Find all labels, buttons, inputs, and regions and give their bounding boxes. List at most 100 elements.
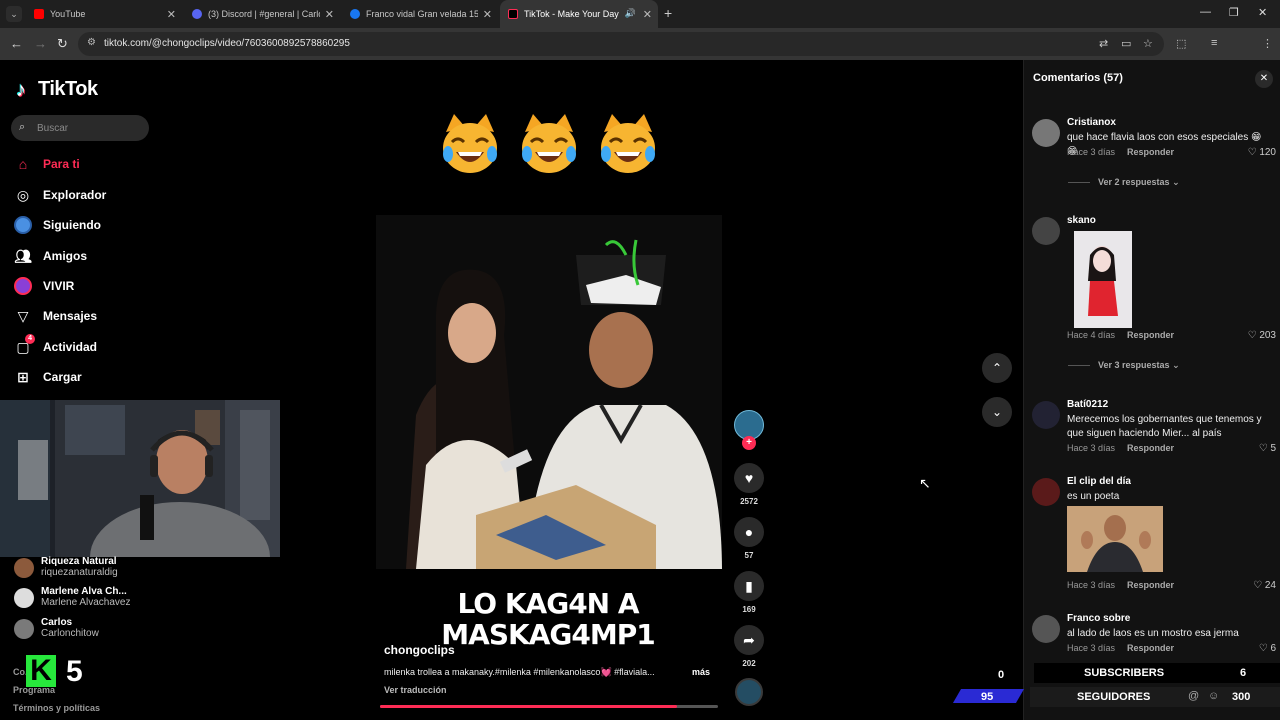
sidebar-item-amigos[interactable]: 👥︎ Amigos (14, 245, 87, 267)
minimize-icon[interactable]: — (1200, 6, 1211, 18)
bookmark-icon[interactable]: ▮ (734, 571, 764, 601)
reply-button[interactable]: Responder (1127, 580, 1174, 590)
heart-outline-icon: ♡ (1253, 580, 1263, 591)
view-replies-button[interactable]: Ver 2 respuestas ⌄ (1068, 177, 1180, 188)
avatar (14, 558, 34, 578)
reload-icon[interactable]: ↻ (57, 36, 68, 52)
video-caption-overlay: LO KAG4N A MASKAG4MP1 (441, 587, 655, 651)
inbox-icon: ▢ 4 (14, 334, 35, 356)
speaker-icon[interactable]: 🔊 (625, 8, 636, 19)
reply-button[interactable]: Responder (1127, 643, 1174, 653)
mouse-cursor-icon: ↖ (919, 475, 931, 491)
address-bar[interactable]: ⚙ tiktok.com/@chongoclips/video/76036008… (78, 32, 1164, 56)
followers-overlay: SEGUIDORES @ ☺ 300 (1030, 687, 1280, 707)
next-video-button[interactable]: ⌄ (982, 397, 1012, 427)
tab-youtube[interactable]: YouTube ✕ (26, 0, 182, 28)
comments-header: Comentarios (57) (1033, 72, 1123, 84)
tiktok-note-icon: ♪ (16, 78, 26, 101)
more-button[interactable]: más (692, 667, 710, 677)
close-comments-button[interactable]: ✕ (1255, 70, 1273, 88)
video-player[interactable] (376, 215, 722, 569)
sidebar-item-actividad[interactable]: ▢ 4 Actividad (14, 334, 97, 358)
close-tab-icon[interactable]: ✕ (483, 8, 492, 21)
comment-like-button[interactable]: ♡ 203 (1248, 330, 1276, 341)
heart-outline-icon: ♡ (1247, 147, 1257, 158)
forward-icon[interactable]: → (34, 36, 47, 51)
comment-like-button[interactable]: ♡ 24 (1253, 580, 1276, 591)
subscribers-overlay: SUBSCRIBERS 6 (1034, 663, 1280, 683)
avatar[interactable] (1032, 401, 1060, 429)
site-info-icon[interactable]: ⚙ (87, 37, 96, 48)
previous-video-button[interactable]: ⌃ (982, 353, 1012, 383)
new-tab-button[interactable]: + (664, 5, 672, 21)
following-account-2[interactable]: Marlene Alva Ch... Marlene Alvachavez (14, 586, 131, 608)
following-account-3[interactable]: Carlos Carlonchitow (14, 617, 99, 639)
kick-logo-overlay: K (26, 655, 56, 687)
sidebar-item-vivir[interactable]: VIVIR (14, 275, 74, 297)
media-icon[interactable]: ≡ (1211, 37, 1217, 49)
extensions-icon[interactable]: ⬚ (1176, 37, 1186, 50)
follow-plus-button[interactable]: + (742, 436, 756, 450)
at-icon: @ (1188, 690, 1200, 702)
comment-like-button[interactable]: ♡ 120 (1248, 147, 1276, 158)
translate-icon[interactable]: ⇄ (1099, 37, 1108, 50)
video-progress-fill (380, 705, 678, 708)
browser-tab-bar: ⌄ YouTube ✕ (3) Discord | #general | Car… (0, 0, 1280, 28)
sidebar-item-explorador[interactable]: ◎ Explorador (14, 184, 106, 206)
comment-like-button[interactable]: ♡ 5 (1259, 443, 1276, 454)
close-tab-icon[interactable]: ✕ (325, 8, 334, 21)
cast-icon[interactable]: ▭ (1121, 37, 1131, 50)
avatar[interactable] (1032, 119, 1060, 147)
avatar (14, 588, 34, 608)
video-progress-bar[interactable] (380, 705, 718, 708)
reply-button[interactable]: Responder (1127, 147, 1174, 157)
close-tab-icon[interactable]: ✕ (167, 8, 176, 21)
bookmark-star-icon[interactable]: ☆ (1143, 37, 1153, 50)
search-box[interactable]: ⌕ (11, 115, 149, 141)
save-action[interactable]: ▮ 169 (733, 571, 765, 614)
avatar[interactable] (1032, 478, 1060, 506)
comment-icon[interactable]: ● (734, 517, 764, 547)
sidebar-item-siguiendo[interactable]: Siguiendo (14, 214, 101, 236)
share-icon[interactable]: ➦ (734, 625, 764, 655)
sidebar-item-mensajes[interactable]: ▽ Mensajes (14, 305, 97, 327)
menu-dots-icon[interactable]: ⋮ (1262, 37, 1273, 50)
sidebar-item-para-ti[interactable]: ⌂ Para ti (14, 153, 80, 175)
reply-button[interactable]: Responder (1127, 443, 1174, 453)
restore-icon[interactable]: ❐ (1229, 6, 1239, 19)
sidebar-item-cargar[interactable]: ⊞ Cargar (14, 366, 82, 388)
avatar[interactable] (1032, 615, 1060, 643)
close-tab-icon[interactable]: ✕ (643, 8, 652, 21)
view-replies-button[interactable]: Ver 3 respuestas ⌄ (1068, 360, 1180, 371)
tab-discord[interactable]: (3) Discord | #general | Carlonchi ✕ (184, 0, 340, 28)
heart-outline-icon: ♡ (1247, 330, 1257, 341)
tab-tiktok[interactable]: TikTok - Make Your Day 🔊 ✕ (500, 0, 658, 28)
live-icon (14, 277, 32, 295)
music-disc-icon[interactable] (735, 678, 763, 706)
home-icon: ⌂ (18, 156, 28, 172)
avatar[interactable] (1032, 217, 1060, 245)
like-action[interactable]: ♥ 2572 (733, 463, 765, 506)
overlay-zero-counter: 0 (998, 669, 1005, 681)
following-account-1[interactable]: Riqueza Natural riquezanaturaldig (14, 556, 118, 578)
friends-icon: 👥︎ (14, 248, 32, 264)
avatar (14, 619, 34, 639)
reply-button[interactable]: Responder (1127, 330, 1174, 340)
tiktok-logo[interactable]: ♪ TikTok (16, 78, 98, 101)
tab-facebook[interactable]: Franco vidal Gran velada 15 de ✕ (342, 0, 498, 28)
search-icon: ⌕ (19, 121, 26, 133)
translate-button[interactable]: Ver traducción (384, 685, 447, 695)
tab-search-button[interactable]: ⌄ (6, 6, 22, 22)
back-icon[interactable]: ← (10, 36, 23, 51)
comment-image-attachment[interactable] (1067, 506, 1163, 572)
search-input[interactable] (37, 120, 137, 136)
comment-image-attachment[interactable] (1074, 231, 1132, 328)
joy-cat-icon (601, 114, 655, 173)
comment-action[interactable]: ● 57 (733, 517, 765, 560)
comment-like-button[interactable]: ♡ 6 (1259, 643, 1276, 654)
share-action[interactable]: ➦ 202 (733, 625, 765, 668)
footer-link-terminos[interactable]: Términos y políticas (13, 703, 100, 713)
heart-icon[interactable]: ♥ (734, 463, 764, 493)
close-window-icon[interactable]: ✕ (1258, 6, 1267, 19)
video-author-name[interactable]: chongoclips (384, 643, 455, 657)
